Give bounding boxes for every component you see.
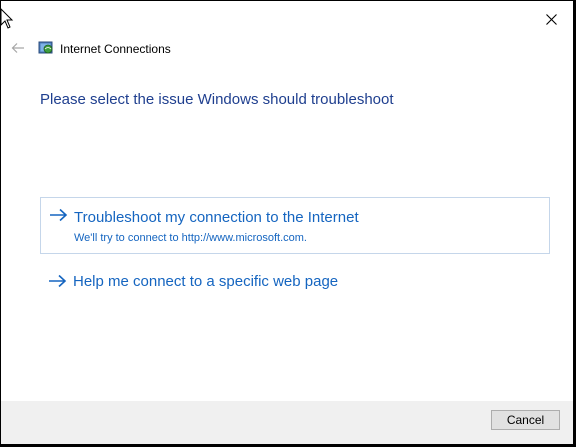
close-button[interactable] <box>537 7 565 31</box>
option-description: We'll try to connect to http://www.micro… <box>74 232 307 244</box>
cancel-button[interactable]: Cancel <box>491 410 560 430</box>
option-connect-web-page[interactable]: Help me connect to a specific web page <box>40 266 550 298</box>
option-title: Troubleshoot my connection to the Intern… <box>74 209 359 226</box>
back-button[interactable] <box>9 39 27 57</box>
close-icon <box>545 13 557 25</box>
internet-connections-icon <box>38 41 53 54</box>
option-troubleshoot-connection[interactable]: Troubleshoot my connection to the Intern… <box>40 197 550 254</box>
page-heading: Please select the issue Windows should t… <box>40 91 394 108</box>
arrow-right-icon <box>50 208 68 222</box>
option-title: Help me connect to a specific web page <box>73 273 339 290</box>
wizard-title: Internet Connections <box>60 42 171 56</box>
back-arrow-icon <box>11 43 24 53</box>
footer-bar: Cancel <box>1 401 573 444</box>
arrow-right-icon <box>49 274 67 288</box>
mouse-cursor-icon <box>0 8 14 29</box>
troubleshooter-window: Internet Connections Please select the i… <box>1 1 573 444</box>
